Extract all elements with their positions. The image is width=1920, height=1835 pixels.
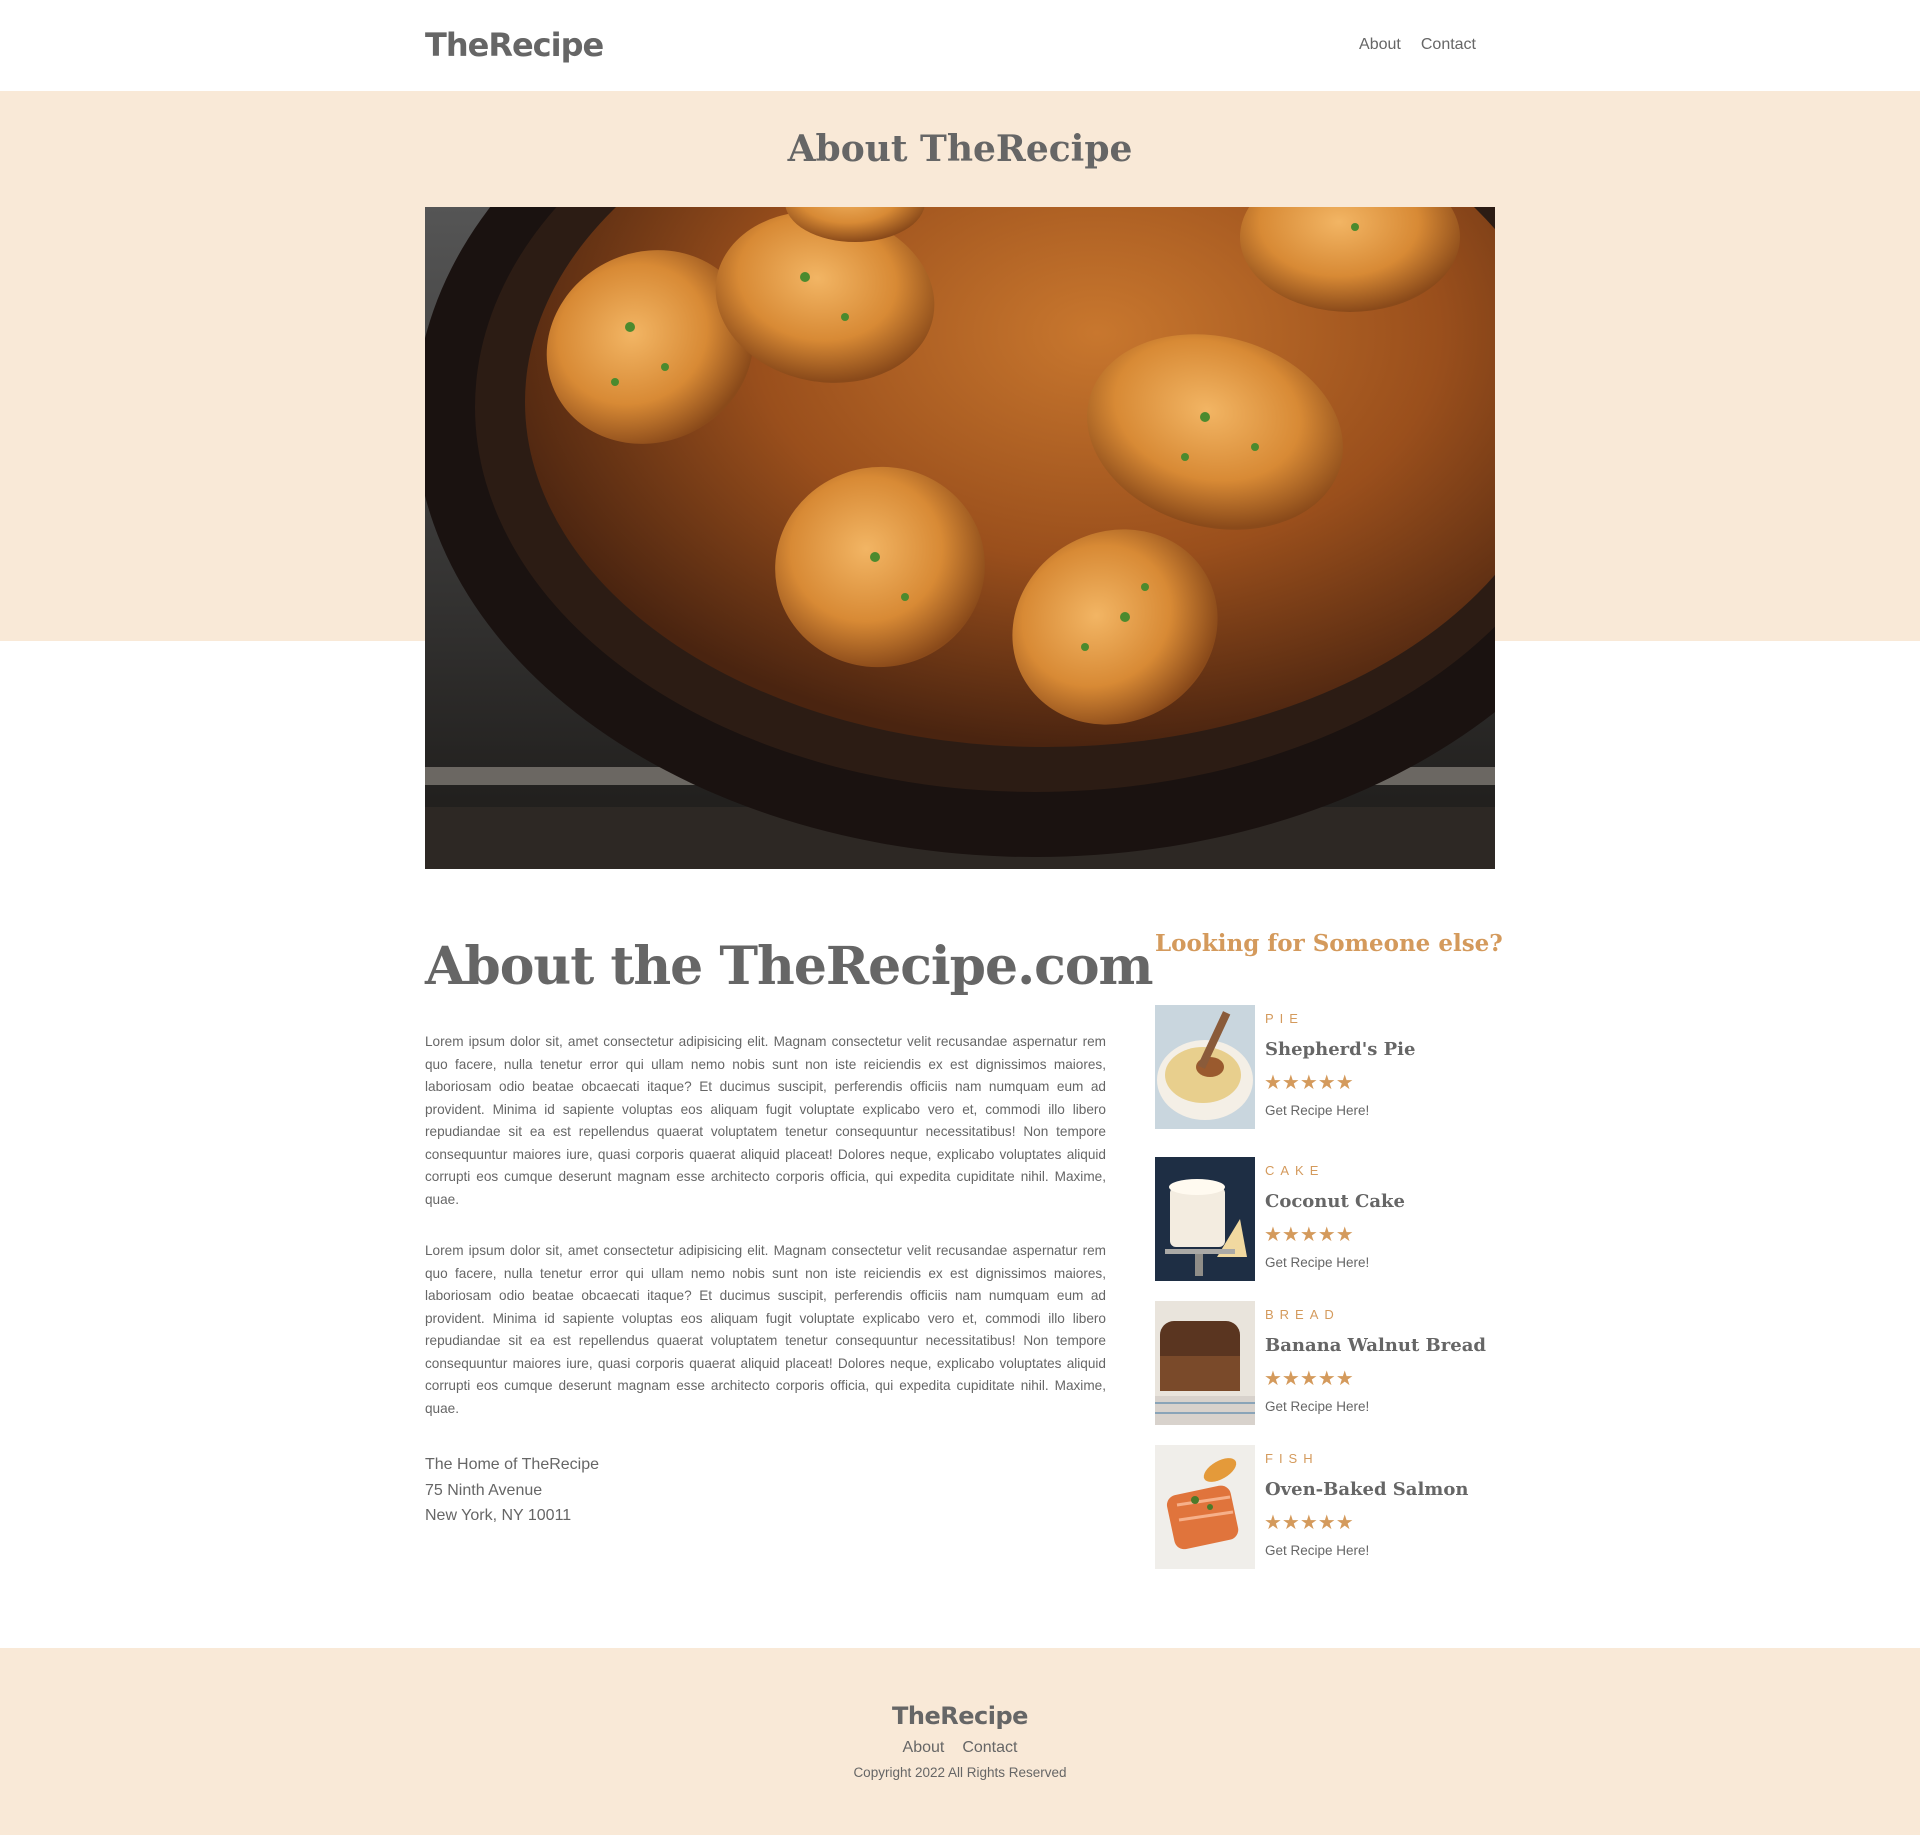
cake-photo-icon[interactable] <box>1155 1157 1255 1281</box>
star-rating: ★★★★★ <box>1264 1072 1354 1094</box>
recipe-card-shepherds-pie[interactable]: PIE Shepherd's Pie ★★★★★ Get Recipe Here… <box>1155 1005 1495 1129</box>
recipe-category: PIE <box>1265 1011 1304 1026</box>
about-heading: About the TheRecipe.com <box>425 936 1154 997</box>
star-rating: ★★★★★ <box>1264 1368 1354 1390</box>
recipe-name[interactable]: Shepherd's Pie <box>1265 1039 1415 1060</box>
get-recipe-link[interactable]: Get Recipe Here! <box>1265 1255 1369 1270</box>
main-nav: About Contact <box>1359 36 1476 54</box>
recipe-card-coconut-cake[interactable]: CAKE Coconut Cake ★★★★★ Get Recipe Here! <box>1155 1157 1495 1281</box>
recipe-name[interactable]: Coconut Cake <box>1265 1191 1405 1212</box>
copyright-text: Copyright 2022 All Rights Reserved <box>853 1765 1067 1780</box>
nav-link-about[interactable]: About <box>1359 36 1401 54</box>
about-paragraph: Lorem ipsum dolor sit, amet consectetur … <box>425 1243 1106 1416</box>
recipe-card-oven-baked-salmon[interactable]: FISH Oven-Baked Salmon ★★★★★ Get Recipe … <box>1155 1445 1495 1569</box>
address-line: New York, NY 10011 <box>425 1507 572 1524</box>
address-block: The Home of TheRecipe 75 Ninth Avenue Ne… <box>425 1452 599 1529</box>
footer-link-contact[interactable]: Contact <box>962 1739 1017 1757</box>
star-rating: ★★★★★ <box>1264 1224 1354 1246</box>
bread-photo-icon[interactable] <box>1155 1301 1255 1425</box>
sidebar-heading: Looking for Someone else? <box>1155 930 1503 957</box>
get-recipe-link[interactable]: Get Recipe Here! <box>1265 1103 1369 1118</box>
address-line: 75 Ninth Avenue <box>425 1481 543 1499</box>
recipe-category: BREAD <box>1265 1307 1340 1322</box>
recipe-category: FISH <box>1265 1451 1319 1466</box>
footer-link-about[interactable]: About <box>903 1739 945 1757</box>
chicken-skillet-photo <box>425 207 1495 869</box>
hero-title: About TheRecipe <box>787 128 1133 170</box>
site-footer: TheRecipe About Contact Copyright 2022 A… <box>0 1648 1920 1835</box>
footer-nav: About Contact <box>0 1739 1920 1757</box>
site-header: TheRecipe About Contact <box>0 0 1920 91</box>
star-rating: ★★★★★ <box>1264 1512 1354 1534</box>
about-paragraph: Lorem ipsum dolor sit, amet consectetur … <box>425 1034 1106 1207</box>
recipe-category: CAKE <box>1265 1163 1325 1178</box>
address-line: The Home of TheRecipe <box>425 1456 600 1473</box>
recipe-name[interactable]: Banana Walnut Bread <box>1265 1335 1486 1356</box>
footer-logo[interactable]: TheRecipe <box>0 1702 1920 1730</box>
get-recipe-link[interactable]: Get Recipe Here! <box>1265 1543 1369 1558</box>
recipe-card-banana-walnut-bread[interactable]: BREAD Banana Walnut Bread ★★★★★ Get Reci… <box>1155 1301 1495 1425</box>
site-logo[interactable]: TheRecipe <box>425 26 604 64</box>
nav-link-contact[interactable]: Contact <box>1421 36 1476 54</box>
hero-image <box>425 207 1495 869</box>
pie-photo-icon[interactable] <box>1155 1005 1255 1129</box>
salmon-photo-icon[interactable] <box>1155 1445 1255 1569</box>
recipe-name[interactable]: Oven-Baked Salmon <box>1265 1479 1468 1500</box>
get-recipe-link[interactable]: Get Recipe Here! <box>1265 1399 1369 1414</box>
